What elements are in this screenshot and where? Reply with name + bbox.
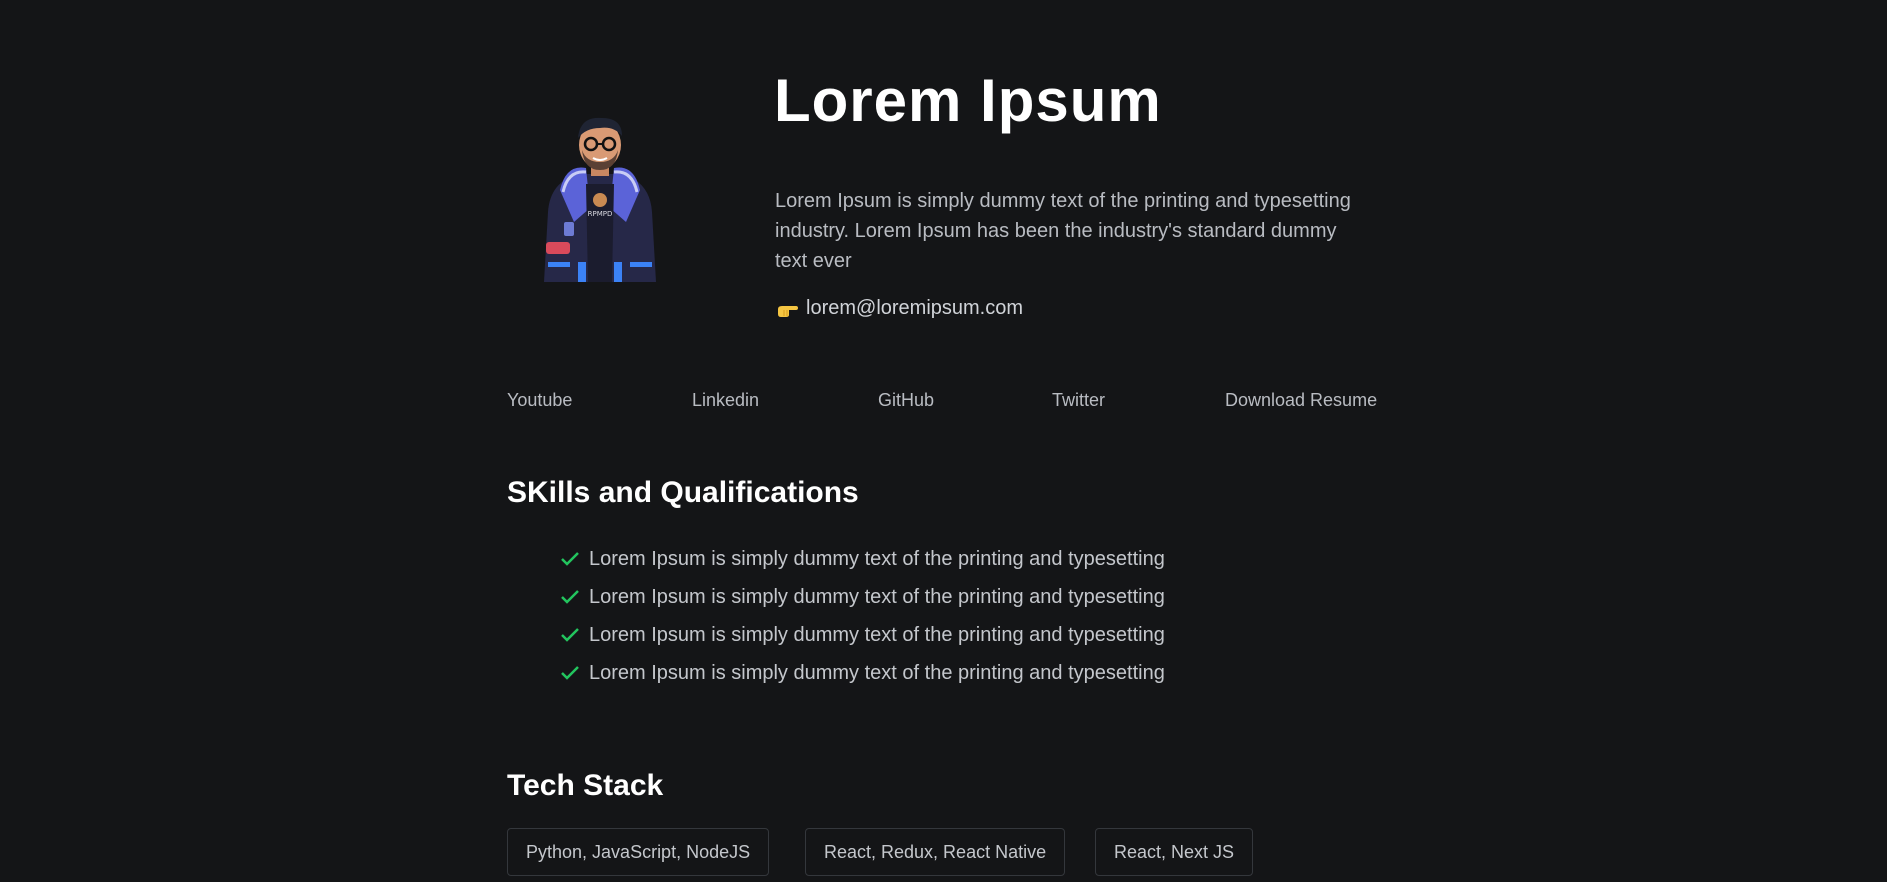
avatar-illustration: RPMPD xyxy=(544,117,656,282)
portfolio-page: RPMPD Lorem Ipsum Lorem Ipsum is simply … xyxy=(0,0,1887,882)
twitter-link[interactable]: Twitter xyxy=(1052,390,1105,411)
tech-chip: React, Redux, React Native xyxy=(805,828,1066,876)
check-icon xyxy=(561,628,579,642)
page-title: Lorem Ipsum xyxy=(774,67,1162,134)
tech-chip: Python, JavaScript, NodeJS xyxy=(507,828,770,876)
skill-text: Lorem Ipsum is simply dummy text of the … xyxy=(589,547,1165,570)
youtube-link[interactable]: Youtube xyxy=(507,390,572,411)
github-link[interactable]: GitHub xyxy=(878,390,934,411)
download-resume-link[interactable]: Download Resume xyxy=(1225,390,1377,411)
list-item: Lorem Ipsum is simply dummy text of the … xyxy=(560,578,1165,616)
linkedin-link[interactable]: Linkedin xyxy=(692,390,759,411)
list-item: Lorem Ipsum is simply dummy text of the … xyxy=(560,540,1165,578)
avatar: RPMPD xyxy=(530,112,670,287)
list-item: Lorem Ipsum is simply dummy text of the … xyxy=(560,654,1165,692)
skill-text: Lorem Ipsum is simply dummy text of the … xyxy=(589,585,1165,608)
list-item: Lorem Ipsum is simply dummy text of the … xyxy=(560,616,1165,654)
email-link[interactable]: lorem@loremipsum.com xyxy=(806,297,1023,320)
check-icon xyxy=(561,590,579,604)
tech-stack-heading: Tech Stack xyxy=(507,769,664,802)
avatar-badge-text: RPMPD xyxy=(588,210,613,218)
skills-list: Lorem Ipsum is simply dummy text of the … xyxy=(560,540,1165,692)
check-icon xyxy=(561,552,579,566)
skill-text: Lorem Ipsum is simply dummy text of the … xyxy=(589,623,1165,646)
tech-chip: React, Next JS xyxy=(1095,828,1254,876)
check-icon xyxy=(561,666,579,680)
skill-text: Lorem Ipsum is simply dummy text of the … xyxy=(589,661,1165,684)
skills-heading: SKills and Qualifications xyxy=(507,476,859,509)
email-row: lorem@loremipsum.com xyxy=(776,297,1023,320)
pointing-hand-icon xyxy=(778,305,798,317)
intro-description: Lorem Ipsum is simply dummy text of the … xyxy=(775,190,1351,272)
